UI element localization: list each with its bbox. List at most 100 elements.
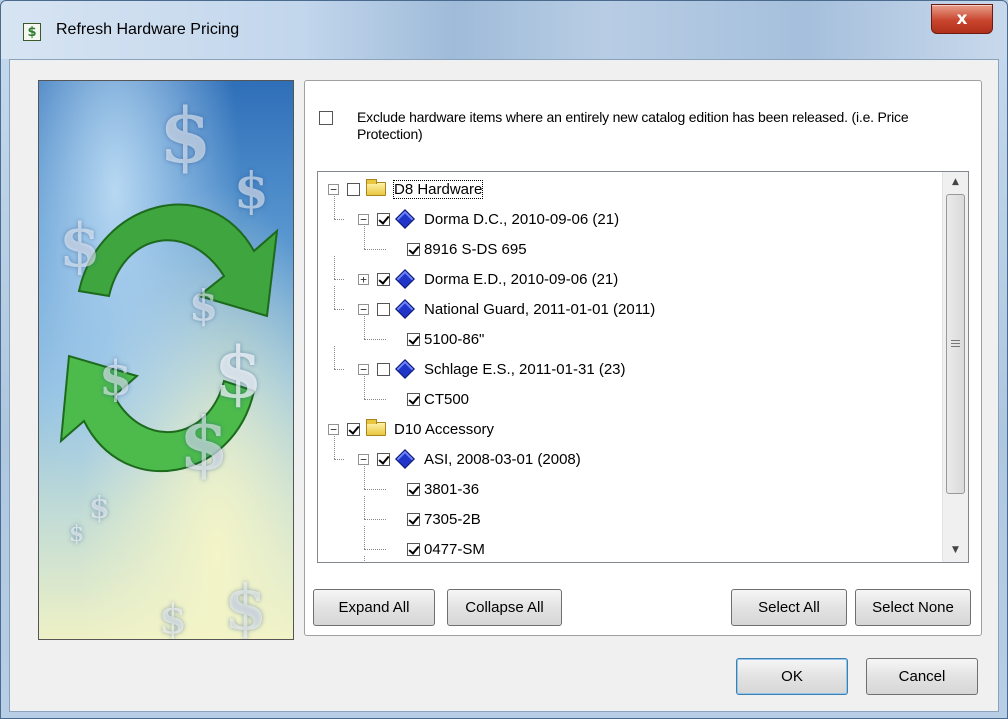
tree-item-label: 0477-SM <box>424 540 485 558</box>
folder-icon <box>366 419 386 436</box>
tree-item[interactable]: − ASI, 2008-03-01 (2008) <box>358 444 581 474</box>
tree-item[interactable]: 7305-2B <box>388 504 481 534</box>
tree-vertical-scrollbar[interactable]: ▲ ▼ <box>942 172 968 562</box>
refresh-pricing-dialog: $ Refresh Hardware Pricing x $ $ $ $ $ $… <box>0 0 1008 719</box>
tree-item-checkbox[interactable] <box>407 512 420 526</box>
catalog-book-icon <box>395 209 415 229</box>
tree-item-checkbox[interactable] <box>407 332 420 346</box>
tree-item[interactable]: − Schlage E.S., 2011-01-31 (23) <box>358 354 626 384</box>
tree-item-checkbox[interactable] <box>377 212 390 226</box>
catalog-tree[interactable]: − D8 Hardware − Dorma D.C., 2010-09-06 (21)… <box>317 171 969 563</box>
tree-connector-line <box>334 219 344 220</box>
tree-item-label: D10 Accessory <box>394 420 495 438</box>
collapse-all-button[interactable]: Collapse All <box>447 589 562 626</box>
close-icon: x <box>956 9 968 29</box>
tree-item-label: 5100-86" <box>424 330 485 348</box>
exclude-new-editions-checkbox[interactable] <box>319 111 333 125</box>
tree-item-checkbox[interactable] <box>377 362 390 376</box>
collapse-node-icon[interactable]: − <box>358 363 369 375</box>
tree-item[interactable]: 5100-86" <box>388 324 484 354</box>
close-button[interactable]: x <box>931 4 993 34</box>
tree-connector-line <box>364 556 365 562</box>
tree-connector-line <box>364 519 386 520</box>
tree-item[interactable]: + Dorma E.D., 2010-09-06 (21) <box>358 264 618 294</box>
tree-connector-line <box>364 249 386 250</box>
tree-connector-line <box>364 526 365 549</box>
tree-connector-line <box>364 489 386 490</box>
dollar-sign-decoration: $ <box>69 521 85 547</box>
collapse-node-icon[interactable]: − <box>358 303 369 315</box>
catalog-selection-panel: Exclude hardware items where an entirely… <box>304 80 982 636</box>
collapse-node-icon[interactable]: − <box>358 213 369 225</box>
tree-connector-line <box>364 399 386 400</box>
folder-icon <box>366 179 386 196</box>
window-title: Refresh Hardware Pricing <box>56 21 240 38</box>
tree-item[interactable]: 0477-SM <box>388 534 485 562</box>
dollar-sign-decoration: $ <box>159 596 187 640</box>
tree-item-label: CT500 <box>424 390 470 408</box>
tree-item-label: National Guard, 2011-01-01 (2011) <box>424 300 656 318</box>
catalog-tree-items: − D8 Hardware − Dorma D.C., 2010-09-06 (21)… <box>318 172 942 562</box>
tree-connector-line <box>364 549 386 550</box>
tree-item[interactable]: − D10 Accessory <box>328 414 494 444</box>
tree-connector-line <box>364 339 386 340</box>
pricing-refresh-illustration: $ $ $ $ $ $ $ $ $ $ $ <box>38 80 294 640</box>
tree-item-checkbox[interactable] <box>347 422 360 436</box>
scroll-down-arrow-icon[interactable]: ▼ <box>943 540 968 560</box>
dollar-sign-decoration: $ <box>234 161 269 220</box>
ok-button[interactable]: OK <box>736 658 848 695</box>
tree-item-checkbox[interactable] <box>407 392 420 406</box>
catalog-book-icon <box>395 299 415 319</box>
tree-item[interactable]: − D8 Hardware <box>328 174 484 204</box>
dollar-sign-decoration: $ <box>179 401 230 486</box>
tree-item-checkbox[interactable] <box>407 482 420 496</box>
tree-connector-line <box>334 459 344 460</box>
tree-connector-line <box>334 286 335 309</box>
tree-item-label: 3801-36 <box>424 480 480 498</box>
tree-connector-line <box>364 496 365 519</box>
tree-item-checkbox[interactable] <box>407 242 420 256</box>
collapse-node-icon[interactable]: − <box>328 423 339 435</box>
tree-item-checkbox[interactable] <box>377 452 390 466</box>
tree-item-label: 7305-2B <box>424 510 481 528</box>
tree-connector-line <box>334 346 335 369</box>
tree-item-label: Dorma E.D., 2010-09-06 (21) <box>424 270 619 288</box>
cancel-button[interactable]: Cancel <box>866 658 978 695</box>
collapse-node-icon[interactable]: − <box>358 453 369 465</box>
expand-all-button[interactable]: Expand All <box>313 589 435 626</box>
select-none-button[interactable]: Select None <box>855 589 971 626</box>
tree-item-label: 8916 S-DS 695 <box>424 240 527 258</box>
tree-connector-line <box>334 196 335 219</box>
scroll-up-arrow-icon[interactable]: ▲ <box>943 172 968 192</box>
dialog-client-area: $ $ $ $ $ $ $ $ $ $ $ Exclude hardware i… <box>9 59 999 712</box>
tree-connector-line <box>334 369 344 370</box>
title-bar[interactable]: $ Refresh Hardware Pricing x <box>1 1 1007 59</box>
tree-connector-line <box>364 376 365 399</box>
tree-item-checkbox[interactable] <box>407 542 420 556</box>
tree-connector-line <box>334 436 335 459</box>
select-all-button[interactable]: Select All <box>731 589 847 626</box>
tree-item-label: Dorma D.C., 2010-09-06 (21) <box>424 210 620 228</box>
tree-item-label: ASI, 2008-03-01 (2008) <box>424 450 581 468</box>
tree-item-checkbox[interactable] <box>377 272 390 286</box>
scrollbar-thumb[interactable] <box>946 194 965 494</box>
dollar-sign-decoration: $ <box>89 491 110 526</box>
tree-item[interactable]: 8916 S-DS 695 <box>388 234 527 264</box>
tree-connector-line <box>334 309 344 310</box>
dollar-app-icon: $ <box>23 23 41 41</box>
catalog-book-icon <box>395 449 415 469</box>
tree-item[interactable]: CT500 <box>388 384 469 414</box>
collapse-node-icon[interactable]: − <box>328 183 339 195</box>
expand-node-icon[interactable]: + <box>358 273 369 285</box>
tree-item-checkbox[interactable] <box>347 182 360 196</box>
tree-connector-line <box>334 256 335 279</box>
tree-item-label: D8 Hardware <box>392 179 484 199</box>
tree-item[interactable]: − Dorma D.C., 2010-09-06 (21) <box>358 204 619 234</box>
dollar-sign-decoration: $ <box>59 211 101 281</box>
tree-item[interactable]: 3801-36 <box>388 474 479 504</box>
exclude-new-editions-label: Exclude hardware items where an entirely… <box>357 109 909 142</box>
catalog-book-icon <box>395 269 415 289</box>
tree-connector-line <box>364 316 365 339</box>
tree-item-checkbox[interactable] <box>377 302 390 316</box>
tree-item[interactable]: − National Guard, 2011-01-01 (2011) <box>358 294 655 324</box>
